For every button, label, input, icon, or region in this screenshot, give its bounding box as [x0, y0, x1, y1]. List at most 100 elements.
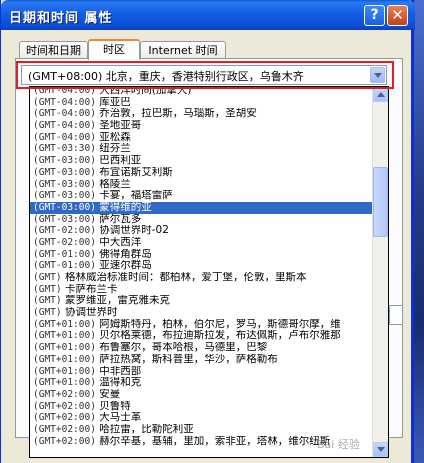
timezone-offset: (GMT+02:00)	[33, 412, 96, 424]
timezone-option[interactable]: (GMT-03:00) 蒙得维的亚	[30, 201, 374, 214]
timezone-name: 卡萨布兰卡	[64, 283, 118, 295]
timezone-option[interactable]: (GMT-03:00) 萨尔瓦多	[30, 214, 374, 226]
dropdown-scrollbar[interactable]	[372, 87, 388, 457]
timezone-offset: (GMT+01:00)	[33, 330, 96, 342]
timezone-name: 亚速尔群岛	[99, 260, 152, 272]
timezone-offset: (GMT+01:00)	[33, 318, 96, 330]
scroll-up-icon[interactable]	[373, 87, 388, 102]
timezone-name: 协调世界时	[64, 307, 118, 319]
timezone-offset: (GMT)	[33, 272, 62, 283]
timezone-name: 佛得角群岛	[99, 248, 152, 260]
timezone-name: 纽芬兰	[99, 143, 131, 155]
timezone-option[interactable]: (GMT) 协调世界时	[30, 307, 374, 319]
chevron-down-icon[interactable]	[370, 67, 385, 83]
timezone-offset: (GMT+01:00)	[33, 353, 96, 365]
timezone-option[interactable]: (GMT-01:00) 亚速尔群岛	[30, 260, 374, 272]
timezone-option[interactable]: (GMT-03:00) 格陵兰	[30, 179, 374, 191]
timezone-offset: (GMT-02:00)	[33, 225, 96, 237]
timezone-option[interactable]: (GMT-04:00) 圣地亚哥	[30, 120, 374, 132]
timezone-offset: (GMT-04:00)	[33, 120, 96, 132]
timezone-select-value: (GMT+08:00) 北京，重庆，香港特别行政区，乌鲁木齐	[28, 70, 304, 83]
timezone-option[interactable]: (GMT-04:00) 乔治敦，拉巴斯，马瑙斯，圣胡安	[30, 108, 374, 120]
date-time-properties-window: 日期和时间 属性 ? ✕ 时间和日期 时区 Internet 时间 (GMT+0…	[0, 0, 415, 463]
timezone-option[interactable]: (GMT) 卡萨布兰卡	[30, 284, 374, 296]
timezone-option[interactable]: (GMT+02:00) 贝鲁特	[30, 401, 374, 413]
timezone-offset: (GMT-03:00)	[33, 178, 96, 190]
timezone-name: 布宜诺斯艾利斯	[99, 166, 173, 178]
timezone-option[interactable]: (GMT-03:30) 纽芬兰	[30, 143, 374, 155]
timezone-option[interactable]: (GMT) 蒙罗维亚，雷克雅未克	[30, 295, 374, 307]
timezone-offset: (GMT-04:00)	[33, 86, 96, 96]
timezone-option[interactable]: (GMT-02:00) 协调世界时-02	[30, 225, 374, 237]
timezone-name: 萨尔瓦多	[99, 213, 142, 225]
timezone-name: 贝尔格莱德，布拉迪斯拉发，布达佩斯，卢布尔雅那	[99, 330, 341, 342]
timezone-name: 大西洋时间(加拿大)	[99, 86, 192, 96]
tab-timezone[interactable]: 时区	[88, 39, 140, 60]
dropdown-items: (GMT-04:00) 大西洋时间(加拿大) (GMT-04:00) 库亚巴 (GM…	[30, 86, 374, 447]
timezone-offset: (GMT+02:00)	[33, 423, 96, 435]
timezone-offset: (GMT+02:00)	[33, 388, 96, 400]
timezone-offset: (GMT-03:00)	[33, 155, 96, 167]
timezone-name: 库亚巴	[99, 96, 131, 108]
timezone-option[interactable]: (GMT-01:00) 佛得角群岛	[30, 249, 374, 261]
timezone-offset: (GMT+01:00)	[33, 365, 96, 377]
scrollbar-thumb[interactable]	[373, 167, 388, 237]
timezone-name: 大马士革	[99, 412, 142, 424]
timezone-option[interactable]: (GMT+02:00) 安曼	[30, 389, 374, 401]
timezone-name: 萨拉热窝，斯科普里，华沙，萨格勒布	[99, 353, 278, 365]
timezone-name: 蒙得维的亚	[99, 201, 152, 213]
timezone-option[interactable]: (GMT-04:00) 大西洋时间(加拿大)	[30, 86, 374, 97]
timezone-offset: (GMT)	[33, 295, 62, 307]
timezone-name: 亚松森	[99, 131, 131, 143]
close-icon[interactable]: ✕	[387, 5, 408, 26]
timezone-option[interactable]: (GMT-04:00) 库亚巴	[30, 97, 374, 109]
timezone-offset: (GMT-04:00)	[33, 108, 96, 120]
timezone-option[interactable]: (GMT+02:00) 哈拉雷，比勒陀利亚	[30, 424, 374, 436]
timezone-option[interactable]: (GMT-03:00) 卡宴，福塔雷萨	[30, 190, 374, 202]
timezone-option[interactable]: (GMT+01:00) 温得和克	[30, 377, 374, 389]
timezone-option[interactable]: (GMT+01:00) 贝尔格莱德，布拉迪斯拉发，布达佩斯，卢布尔雅那	[30, 330, 374, 342]
partially-hidden-control	[389, 305, 403, 325]
timezone-name: 格陵兰	[99, 178, 131, 190]
timezone-name: 布鲁塞尔，哥本哈根，马德里，巴黎	[99, 342, 268, 354]
timezone-option[interactable]: (GMT-04:00) 亚松森	[30, 132, 374, 144]
timezone-dropdown-list[interactable]: (GMT-04:00) 大西洋时间(加拿大) (GMT-04:00) 库亚巴 (GM…	[29, 86, 389, 458]
timezone-name: 卡宴，福塔雷萨	[99, 190, 173, 202]
timezone-option[interactable]: (GMT-02:00) 中大西洋	[30, 237, 374, 249]
timezone-option[interactable]: (GMT+01:00) 萨拉热窝，斯科普里，华沙，萨格勒布	[30, 354, 374, 366]
timezone-name: 中非西部	[99, 365, 142, 377]
tab-date-time[interactable]: 时间和日期	[19, 41, 88, 58]
timezone-name: 贝鲁特	[99, 400, 131, 412]
timezone-option[interactable]: (GMT+01:00) 中非西部	[30, 366, 374, 378]
timezone-option[interactable]: (GMT) 格林威治标准时间：都柏林，爱丁堡，伦敦，里斯本	[30, 272, 374, 284]
timezone-offset: (GMT)	[33, 283, 62, 295]
timezone-name: 乔治敦，拉巴斯，马瑙斯，圣胡安	[99, 108, 257, 120]
window-title: 日期和时间 属性	[9, 11, 113, 26]
timezone-offset: (GMT)	[33, 307, 62, 319]
timezone-name: 巴西利亚	[99, 155, 142, 167]
timezone-select[interactable]: (GMT+08:00) 北京，重庆，香港特别行政区，乌鲁木齐	[21, 65, 387, 85]
timezone-offset: (GMT-01:00)	[33, 260, 96, 272]
timezone-name: 蒙罗维亚，雷克雅未克	[64, 295, 170, 307]
timezone-name: 中大西洋	[99, 236, 142, 248]
scroll-down-icon[interactable]	[373, 442, 388, 457]
watermark: Bai 经验	[317, 438, 360, 451]
timezone-offset: (GMT-03:30)	[33, 143, 96, 155]
timezone-offset: (GMT+01:00)	[33, 342, 96, 354]
tab-internet-time[interactable]: Internet 时间	[140, 41, 226, 58]
timezone-name: 哈拉雷，比勒陀利亚	[99, 423, 194, 435]
help-icon[interactable]: ?	[364, 5, 385, 26]
timezone-offset: (GMT-04:00)	[33, 96, 96, 108]
timezone-offset: (GMT+01:00)	[33, 377, 96, 389]
timezone-option[interactable]: (GMT-03:00) 巴西利亚	[30, 155, 374, 167]
timezone-option[interactable]: (GMT-03:00) 布宜诺斯艾利斯	[30, 167, 374, 179]
timezone-offset: (GMT-04:00)	[33, 131, 96, 143]
timezone-option[interactable]: (GMT+01:00) 布鲁塞尔，哥本哈根，马德里，巴黎	[30, 342, 374, 354]
timezone-offset: (GMT-01:00)	[33, 248, 96, 260]
timezone-option[interactable]: (GMT+01:00) 阿姆斯特丹，柏林，伯尔尼，罗马，斯德哥尔摩，维	[30, 319, 374, 331]
timezone-name: 温得和克	[99, 377, 142, 389]
timezone-offset: (GMT-03:00)	[33, 201, 96, 213]
timezone-option[interactable]: (GMT+02:00) 大马士革	[30, 412, 374, 424]
timezone-offset: (GMT-03:00)	[33, 190, 96, 202]
timezone-name: 阿姆斯特丹，柏林，伯尔尼，罗马，斯德哥尔摩，维	[99, 318, 341, 330]
